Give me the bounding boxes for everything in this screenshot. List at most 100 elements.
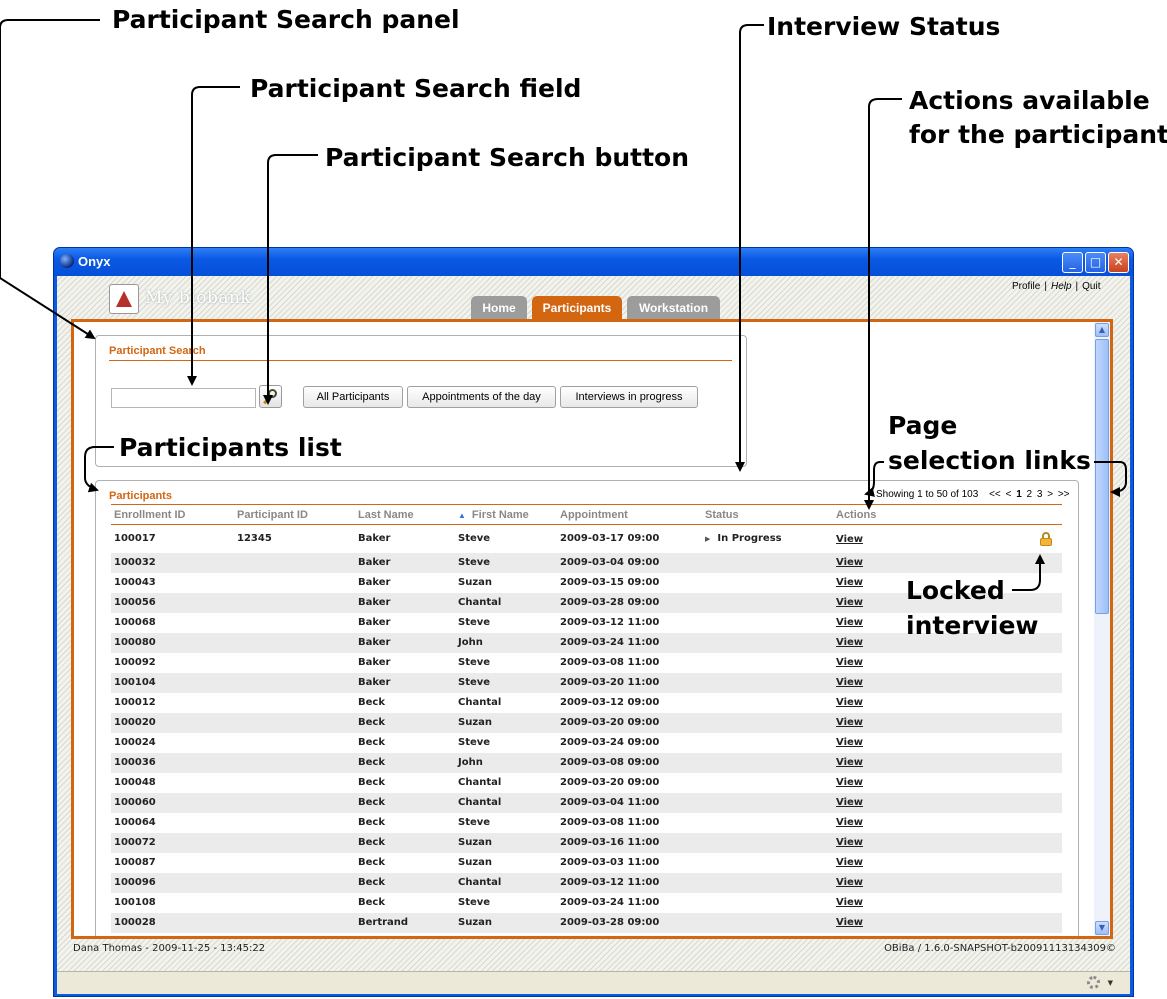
title-bar[interactable]: Onyx _ □ ✕ <box>54 248 1133 276</box>
view-link-label[interactable]: View <box>836 657 863 668</box>
view-link-label[interactable]: View <box>836 697 863 708</box>
view-link[interactable]: View <box>833 832 1062 853</box>
scroll-up-icon[interactable]: ▲ <box>1095 323 1109 337</box>
view-link[interactable]: View <box>833 525 1062 553</box>
help-link[interactable]: Help <box>1051 281 1072 292</box>
cell-status <box>702 632 833 653</box>
sort-ascending-icon: ▲ <box>458 510 466 520</box>
cell-status <box>702 773 833 793</box>
view-link-label[interactable]: View <box>836 534 863 545</box>
table-row: 100024 Beck Steve 2009-03-24 09:00 View <box>111 733 1062 753</box>
view-link[interactable]: View <box>833 552 1062 573</box>
search-input[interactable] <box>111 388 256 408</box>
participants-panel-title: Participants <box>109 490 172 502</box>
vertical-scrollbar[interactable]: ▲ ▼ <box>1094 322 1110 936</box>
quit-link[interactable]: Quit <box>1082 281 1100 292</box>
chevron-down-icon[interactable]: ▼ <box>1108 979 1113 987</box>
view-link-label[interactable]: View <box>836 577 863 588</box>
column-header-last-name[interactable]: Last Name <box>355 504 455 525</box>
cell-appointment: 2009-03-03 11:00 <box>560 857 660 868</box>
view-link-label[interactable]: View <box>836 817 863 828</box>
table-row: 100096 Beck Chantal 2009-03-12 11:00 View <box>111 872 1062 893</box>
table-row: 100028 Bertrand Suzan 2009-03-28 09:00 View <box>111 912 1062 933</box>
search-button[interactable] <box>259 385 282 408</box>
view-link-label[interactable]: View <box>836 797 863 808</box>
cell-enrollment-id: 100064 <box>114 817 156 828</box>
view-link-label[interactable]: View <box>836 717 863 728</box>
maximize-button[interactable]: □ <box>1085 252 1106 273</box>
tab-workstation[interactable]: Workstation <box>627 296 720 320</box>
view-link[interactable]: View <box>833 792 1062 813</box>
scroll-down-icon[interactable]: ▼ <box>1095 921 1109 935</box>
view-link-label[interactable]: View <box>836 597 863 608</box>
view-link-label[interactable]: View <box>836 677 863 688</box>
cell-appointment: 2009-03-08 09:00 <box>557 752 702 773</box>
interviews-in-progress-button[interactable]: Interviews in progress <box>560 386 698 408</box>
pager-next-link[interactable]: > <box>1047 489 1053 500</box>
table-row: 100092 Baker Steve 2009-03-08 11:00 View <box>111 653 1062 673</box>
column-header-first-name[interactable]: ▲ First Name <box>455 504 557 525</box>
view-link[interactable]: View <box>833 672 1062 693</box>
cell-appointment: 2009-03-28 09:00 <box>557 592 702 613</box>
view-link[interactable]: View <box>833 872 1062 893</box>
view-link[interactable]: View <box>833 752 1062 773</box>
pager-last-link[interactable]: >> <box>1058 489 1070 500</box>
tab-participants[interactable]: Participants <box>532 296 622 320</box>
view-link-label[interactable]: View <box>836 617 863 628</box>
view-link-label[interactable]: View <box>836 857 863 868</box>
view-link-label[interactable]: View <box>836 877 863 888</box>
view-link-label[interactable]: View <box>836 837 863 848</box>
pager-page-link[interactable]: 1 <box>1016 489 1022 500</box>
cell-appointment: 2009-03-24 11:00 <box>560 897 660 908</box>
view-link[interactable]: View <box>833 653 1062 673</box>
cell-enrollment-id: 100012 <box>114 697 156 708</box>
view-link-label[interactable]: View <box>836 757 863 768</box>
cell-participant-id <box>234 573 355 593</box>
view-link-label[interactable]: View <box>836 737 863 748</box>
view-link-label[interactable]: View <box>836 777 863 788</box>
column-header-enrollment-id[interactable]: Enrollment ID <box>111 504 234 525</box>
appointments-of-the-day-button[interactable]: Appointments of the day <box>407 386 556 408</box>
view-link[interactable]: View <box>833 813 1062 833</box>
pager-page-link[interactable]: 2 <box>1027 489 1033 500</box>
cell-status <box>702 912 833 933</box>
cell-first-name: Steve <box>455 672 557 693</box>
cell-first-name: Steve <box>458 897 491 908</box>
cell-appointment: 2009-03-20 09:00 <box>557 712 702 733</box>
view-link-label[interactable]: View <box>836 637 863 648</box>
pager-page-link[interactable]: 3 <box>1037 489 1043 500</box>
cell-participant-id: 12345 <box>237 533 272 545</box>
minimize-button[interactable]: _ <box>1062 252 1083 273</box>
gear-icon[interactable] <box>1087 976 1100 989</box>
cell-enrollment-id: 100048 <box>114 777 156 788</box>
cell-status <box>702 712 833 733</box>
view-link[interactable]: View <box>833 693 1062 713</box>
pager-prev-link[interactable]: < <box>1006 489 1012 500</box>
tab-home[interactable]: Home <box>471 296 527 320</box>
view-link[interactable]: View <box>833 773 1062 793</box>
close-button[interactable]: ✕ <box>1108 252 1129 273</box>
all-participants-button[interactable]: All Participants <box>303 386 403 408</box>
view-link[interactable]: View <box>833 712 1062 733</box>
column-header-appointment[interactable]: Appointment <box>557 504 702 525</box>
view-link-label[interactable]: View <box>836 557 863 568</box>
pagination: Showing 1 to 50 of 103 << < 1 2 3 > >> <box>876 489 1070 500</box>
brand-name: My biobank <box>145 288 252 308</box>
cell-participant-id <box>234 733 355 753</box>
cell-first-name: Suzan <box>455 712 557 733</box>
view-link[interactable]: View <box>833 853 1062 873</box>
view-link[interactable]: View <box>833 733 1062 753</box>
column-header-participant-id[interactable]: Participant ID <box>234 504 355 525</box>
view-link[interactable]: View <box>833 893 1062 913</box>
cell-last-name: Beck <box>355 712 455 733</box>
view-link-label[interactable]: View <box>836 897 863 908</box>
cell-participant-id <box>234 693 355 713</box>
cell-last-name: Baker <box>358 577 391 588</box>
scroll-thumb[interactable] <box>1095 339 1109 614</box>
cell-appointment: 2009-03-24 09:00 <box>560 737 660 748</box>
view-link[interactable]: View <box>833 912 1062 933</box>
profile-link[interactable]: Profile <box>1012 281 1040 292</box>
column-header-status[interactable]: Status <box>702 504 833 525</box>
view-link-label[interactable]: View <box>836 917 863 928</box>
pager-first-link[interactable]: << <box>989 489 1001 500</box>
